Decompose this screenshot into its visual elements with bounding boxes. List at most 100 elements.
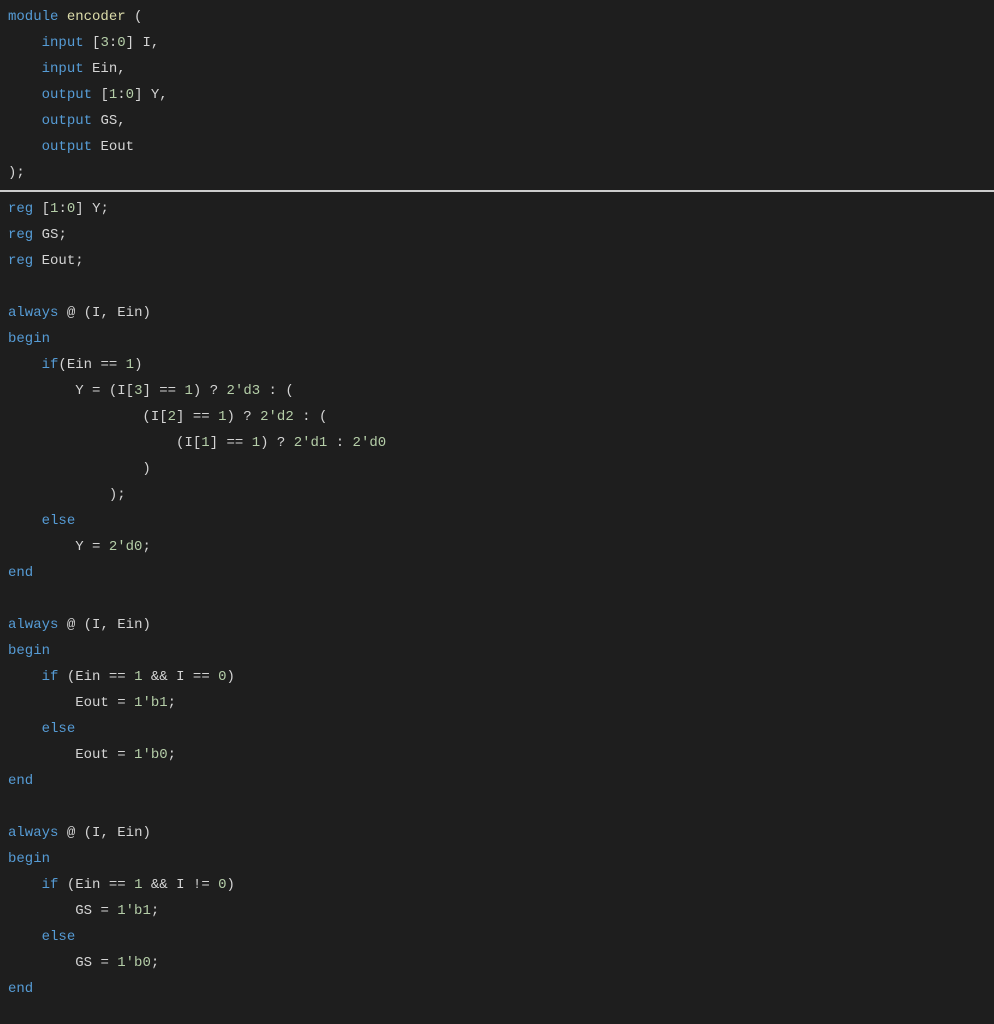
code-token-pn: [: [42, 201, 50, 217]
code-token-pn: (: [84, 617, 92, 633]
code-token-op: ==: [109, 669, 126, 685]
code-token-pn: ;: [117, 487, 125, 503]
code-token-num: 0: [117, 35, 125, 51]
code-token-pn: ): [227, 877, 235, 893]
code-token-op: ?: [210, 383, 218, 399]
code-token-kw: begin: [8, 331, 50, 347]
code-token-pn: ;: [16, 165, 24, 181]
code-token-num: 1: [201, 435, 209, 451]
code-token-num: 0: [218, 877, 226, 893]
code-token-num: 0: [218, 669, 226, 685]
code-token-num: 2'd3: [227, 383, 261, 399]
code-token-pn: (: [109, 383, 117, 399]
code-token-num: 1: [185, 383, 193, 399]
code-token-op: =: [92, 383, 100, 399]
code-token-pn: ;: [151, 903, 159, 919]
code-pane-header[interactable]: module encoder ( input [3:0] I, input Ei…: [0, 0, 994, 190]
code-token-pn: (: [319, 409, 327, 425]
code-token-pn: (: [84, 305, 92, 321]
code-token-pn: ): [260, 435, 268, 451]
code-token-kw: input: [42, 61, 84, 77]
code-token-pn: (: [142, 409, 150, 425]
code-token-num: 1: [109, 87, 117, 103]
code-token-ent: encoder: [67, 9, 126, 25]
code-token-op: !=: [193, 877, 210, 893]
code-token-kw: else: [42, 721, 76, 737]
code-token-kw: always: [8, 617, 58, 633]
code-token-id: Eout: [75, 695, 109, 711]
code-token-num: 1'b0: [117, 955, 151, 971]
code-token-id: I: [176, 877, 184, 893]
code-token-id: Ein: [75, 877, 100, 893]
code-token-num: 1'b0: [134, 747, 168, 763]
code-token-op: ==: [100, 357, 117, 373]
code-token-id: Y: [75, 539, 83, 555]
code-token-pn: ): [227, 669, 235, 685]
code-token-kw: end: [8, 981, 33, 997]
code-token-pn: ]: [176, 409, 184, 425]
code-token-id: I: [142, 35, 150, 51]
code-token-kw: if: [42, 357, 59, 373]
code-token-op: =: [117, 747, 125, 763]
code-token-kw: reg: [8, 227, 33, 243]
code-token-op: =: [92, 539, 100, 555]
code-token-kw: if: [42, 877, 59, 893]
code-token-pn: ;: [100, 201, 108, 217]
code-token-num: 1: [134, 669, 142, 685]
code-token-id: GS: [75, 955, 92, 971]
code-token-pn: ;: [168, 747, 176, 763]
code-token-pn: ,: [100, 825, 108, 841]
code-token-pn: ,: [117, 113, 125, 129]
code-token-op: =: [117, 695, 125, 711]
code-token-kw: else: [42, 929, 76, 945]
code-token-kw: output: [42, 87, 92, 103]
code-token-num: 1'b1: [134, 695, 168, 711]
code-token-pn: ): [134, 357, 142, 373]
code-block-body: reg [1:0] Y; reg GS; reg Eout; always @ …: [8, 196, 994, 1002]
code-token-pn: ]: [210, 435, 218, 451]
code-token-op: ==: [159, 383, 176, 399]
code-token-id: Ein: [75, 669, 100, 685]
code-token-id: Ein: [92, 61, 117, 77]
code-token-num: 2'd0: [109, 539, 143, 555]
code-token-num: 0: [67, 201, 75, 217]
code-token-id: GS: [75, 903, 92, 919]
code-token-id: Ein: [117, 305, 142, 321]
code-token-pn: ;: [142, 539, 150, 555]
code-token-op: &&: [151, 669, 168, 685]
code-token-op: @: [67, 305, 75, 321]
code-token-op: @: [67, 825, 75, 841]
code-token-pn: [: [193, 435, 201, 451]
code-token-pn: ): [142, 825, 150, 841]
code-block-header: module encoder ( input [3:0] I, input Ei…: [8, 4, 994, 186]
code-pane-body[interactable]: reg [1:0] Y; reg GS; reg Eout; always @ …: [0, 192, 994, 1006]
code-token-pn: ;: [151, 955, 159, 971]
code-token-op: ?: [277, 435, 285, 451]
code-token-op: &&: [151, 877, 168, 893]
code-token-pn: (: [67, 669, 75, 685]
code-token-pn: ): [142, 461, 150, 477]
code-token-kw: end: [8, 773, 33, 789]
code-token-id: I: [184, 435, 192, 451]
code-token-kw: if: [42, 669, 59, 685]
code-token-pn: ): [142, 305, 150, 321]
code-token-op: :: [269, 383, 277, 399]
code-token-pn: ): [142, 617, 150, 633]
code-token-pn: [: [159, 409, 167, 425]
code-token-id: Eout: [42, 253, 76, 269]
code-token-op: :: [336, 435, 344, 451]
code-token-pn: [: [126, 383, 134, 399]
code-token-num: 1: [134, 877, 142, 893]
code-token-kw: output: [42, 139, 92, 155]
code-token-num: 1: [126, 357, 134, 373]
code-token-id: Ein: [117, 825, 142, 841]
code-token-id: Ein: [117, 617, 142, 633]
code-token-num: 1'b1: [117, 903, 151, 919]
code-token-pn: ,: [100, 617, 108, 633]
code-token-kw: begin: [8, 851, 50, 867]
code-token-kw: output: [42, 113, 92, 129]
code-token-pn: (: [84, 825, 92, 841]
code-token-kw: module: [8, 9, 58, 25]
code-token-id: GS: [42, 227, 59, 243]
code-token-pn: ): [193, 383, 201, 399]
